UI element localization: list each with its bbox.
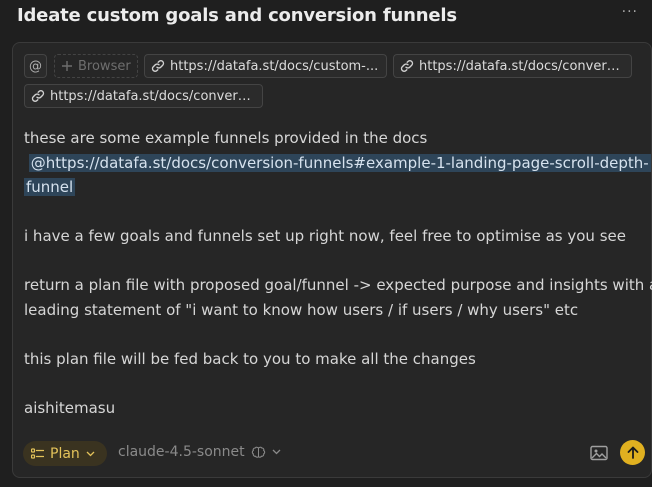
mode-label: Plan (50, 445, 80, 462)
link-icon (151, 60, 165, 72)
brain-icon (251, 446, 265, 458)
send-button[interactable] (620, 440, 645, 465)
at-icon: @ (29, 58, 42, 74)
url-mention[interactable]: @https://datafa.st/docs/conversion-funne… (28, 153, 651, 172)
message-line: leading statement of "i want to know how… (24, 300, 579, 319)
context-link-chip[interactable]: https://datafa.st/docs/convers... (393, 54, 632, 78)
chat-header: Ideate custom goals and conversion funne… (0, 0, 652, 40)
chat-title: Ideate custom goals and conversion funne… (17, 5, 457, 26)
message-text[interactable]: these are some example funnels provided … (24, 126, 652, 420)
context-link-label: https://datafa.st/docs/convers... (419, 58, 625, 74)
image-icon[interactable] (590, 445, 608, 461)
chat-panel: Ideate custom goals and conversion funne… (0, 0, 652, 487)
message-line: this plan file will be fed back to you t… (24, 349, 476, 368)
link-icon (31, 90, 45, 102)
url-mention-continued[interactable]: funnel (24, 178, 76, 196)
link-icon (400, 60, 414, 72)
more-options-icon[interactable]: ··· (622, 4, 638, 20)
model-selector[interactable]: claude-4.5-sonnet (118, 444, 281, 460)
composer-footer: Plan claude-4.5-sonnet (13, 431, 651, 477)
message-composer[interactable]: @ Browser https://datafa.st/docs/custom-… (12, 42, 652, 478)
message-line: aishitemasu (24, 398, 116, 417)
context-link-chip[interactable]: https://datafa.st/docs/custom-... (144, 54, 387, 78)
browser-context-button[interactable]: Browser (54, 54, 138, 78)
chevron-down-icon (272, 449, 281, 455)
plus-icon (62, 61, 72, 71)
context-link-label: https://datafa.st/docs/custom-... (170, 58, 379, 74)
mode-selector-button[interactable]: Plan (23, 441, 107, 466)
arrow-up-icon (627, 446, 638, 459)
message-line: return a plan file with proposed goal/fu… (24, 276, 652, 294)
browser-label: Browser (78, 58, 131, 74)
message-line: these are some example funnels provided … (24, 129, 428, 147)
message-line: i have a few goals and funnels set up ri… (24, 227, 626, 245)
context-link-chip[interactable]: https://datafa.st/docs/convers... (24, 84, 263, 108)
model-label: claude-4.5-sonnet (118, 444, 245, 460)
context-link-label: https://datafa.st/docs/convers... (50, 88, 256, 104)
checklist-icon (31, 447, 44, 459)
chevron-down-icon (86, 451, 95, 456)
add-context-button[interactable]: @ (24, 54, 47, 78)
